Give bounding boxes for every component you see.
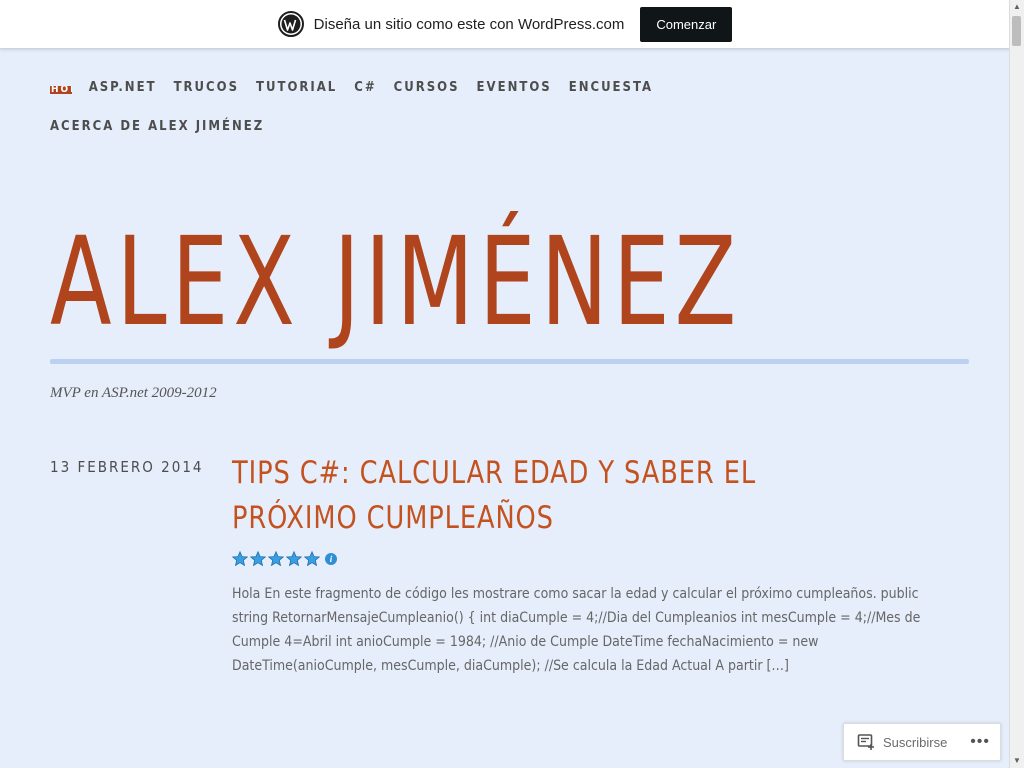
rating-star-icon[interactable]: [304, 551, 320, 567]
rating-star-icon[interactable]: [250, 551, 266, 567]
rating-star-icon[interactable]: [268, 551, 284, 567]
subscribe-widget: Suscribirse •••: [843, 723, 1001, 761]
rating-info-icon[interactable]: i: [325, 553, 337, 565]
nav-row: ACERCA DE ALEX JIMÉNEZ: [50, 115, 670, 137]
promo-text: Diseña un sitio como este con WordPress.…: [313, 15, 625, 33]
nav-row: HOME ASP.NET TRUCOS TUTORIAL C# CURSOS E…: [50, 76, 670, 98]
nav-item-eventos[interactable]: EVENTOS: [477, 80, 552, 95]
page-scrollbar[interactable]: ▲ ▼: [1009, 0, 1024, 768]
scroll-up-arrow-icon[interactable]: ▲: [1010, 0, 1024, 14]
nav-item-aspnet[interactable]: ASP.NET: [89, 80, 157, 95]
title-divider: [50, 359, 969, 364]
start-button[interactable]: Comenzar: [640, 6, 733, 42]
nav-item-encuesta[interactable]: ENCUESTA: [569, 80, 653, 95]
nav-item-tutorial[interactable]: TUTORIAL: [256, 80, 337, 95]
rating-star-icon[interactable]: [286, 551, 302, 567]
nav-item-cursos[interactable]: CURSOS: [394, 80, 460, 95]
main-navigation: HOME ASP.NET TRUCOS TUTORIAL C# CURSOS E…: [50, 76, 670, 154]
rating-star-icon[interactable]: [232, 551, 248, 567]
scroll-down-arrow-icon[interactable]: ▼: [1010, 754, 1024, 768]
wordpress-promo-bar: Diseña un sitio como este con WordPress.…: [0, 0, 1010, 49]
more-options-icon[interactable]: •••: [970, 734, 990, 750]
wordpress-logo-icon[interactable]: [277, 11, 304, 37]
post-rating[interactable]: i: [232, 551, 337, 567]
nav-item-home[interactable]: HOME: [50, 86, 72, 94]
subscribe-button[interactable]: Suscribirse: [883, 735, 947, 750]
post-date[interactable]: 13 FEBRERO 2014: [50, 458, 204, 476]
scrollbar-thumb[interactable]: [1012, 16, 1021, 46]
site-tagline: MVP en ASP.net 2009-2012: [50, 385, 217, 401]
reader-subscribe-icon[interactable]: [857, 733, 875, 751]
site-title[interactable]: ALEX JIMÉNEZ: [50, 212, 741, 352]
nav-item-csharp[interactable]: C#: [354, 80, 376, 95]
nav-item-trucos[interactable]: TRUCOS: [174, 80, 239, 95]
post-excerpt: Hola En este fragmento de código les mos…: [232, 586, 921, 674]
post-title[interactable]: TIPS C#: CALCULAR EDAD Y SABER EL PRÓXIM…: [232, 451, 876, 541]
nav-item-about[interactable]: ACERCA DE ALEX JIMÉNEZ: [50, 119, 264, 134]
